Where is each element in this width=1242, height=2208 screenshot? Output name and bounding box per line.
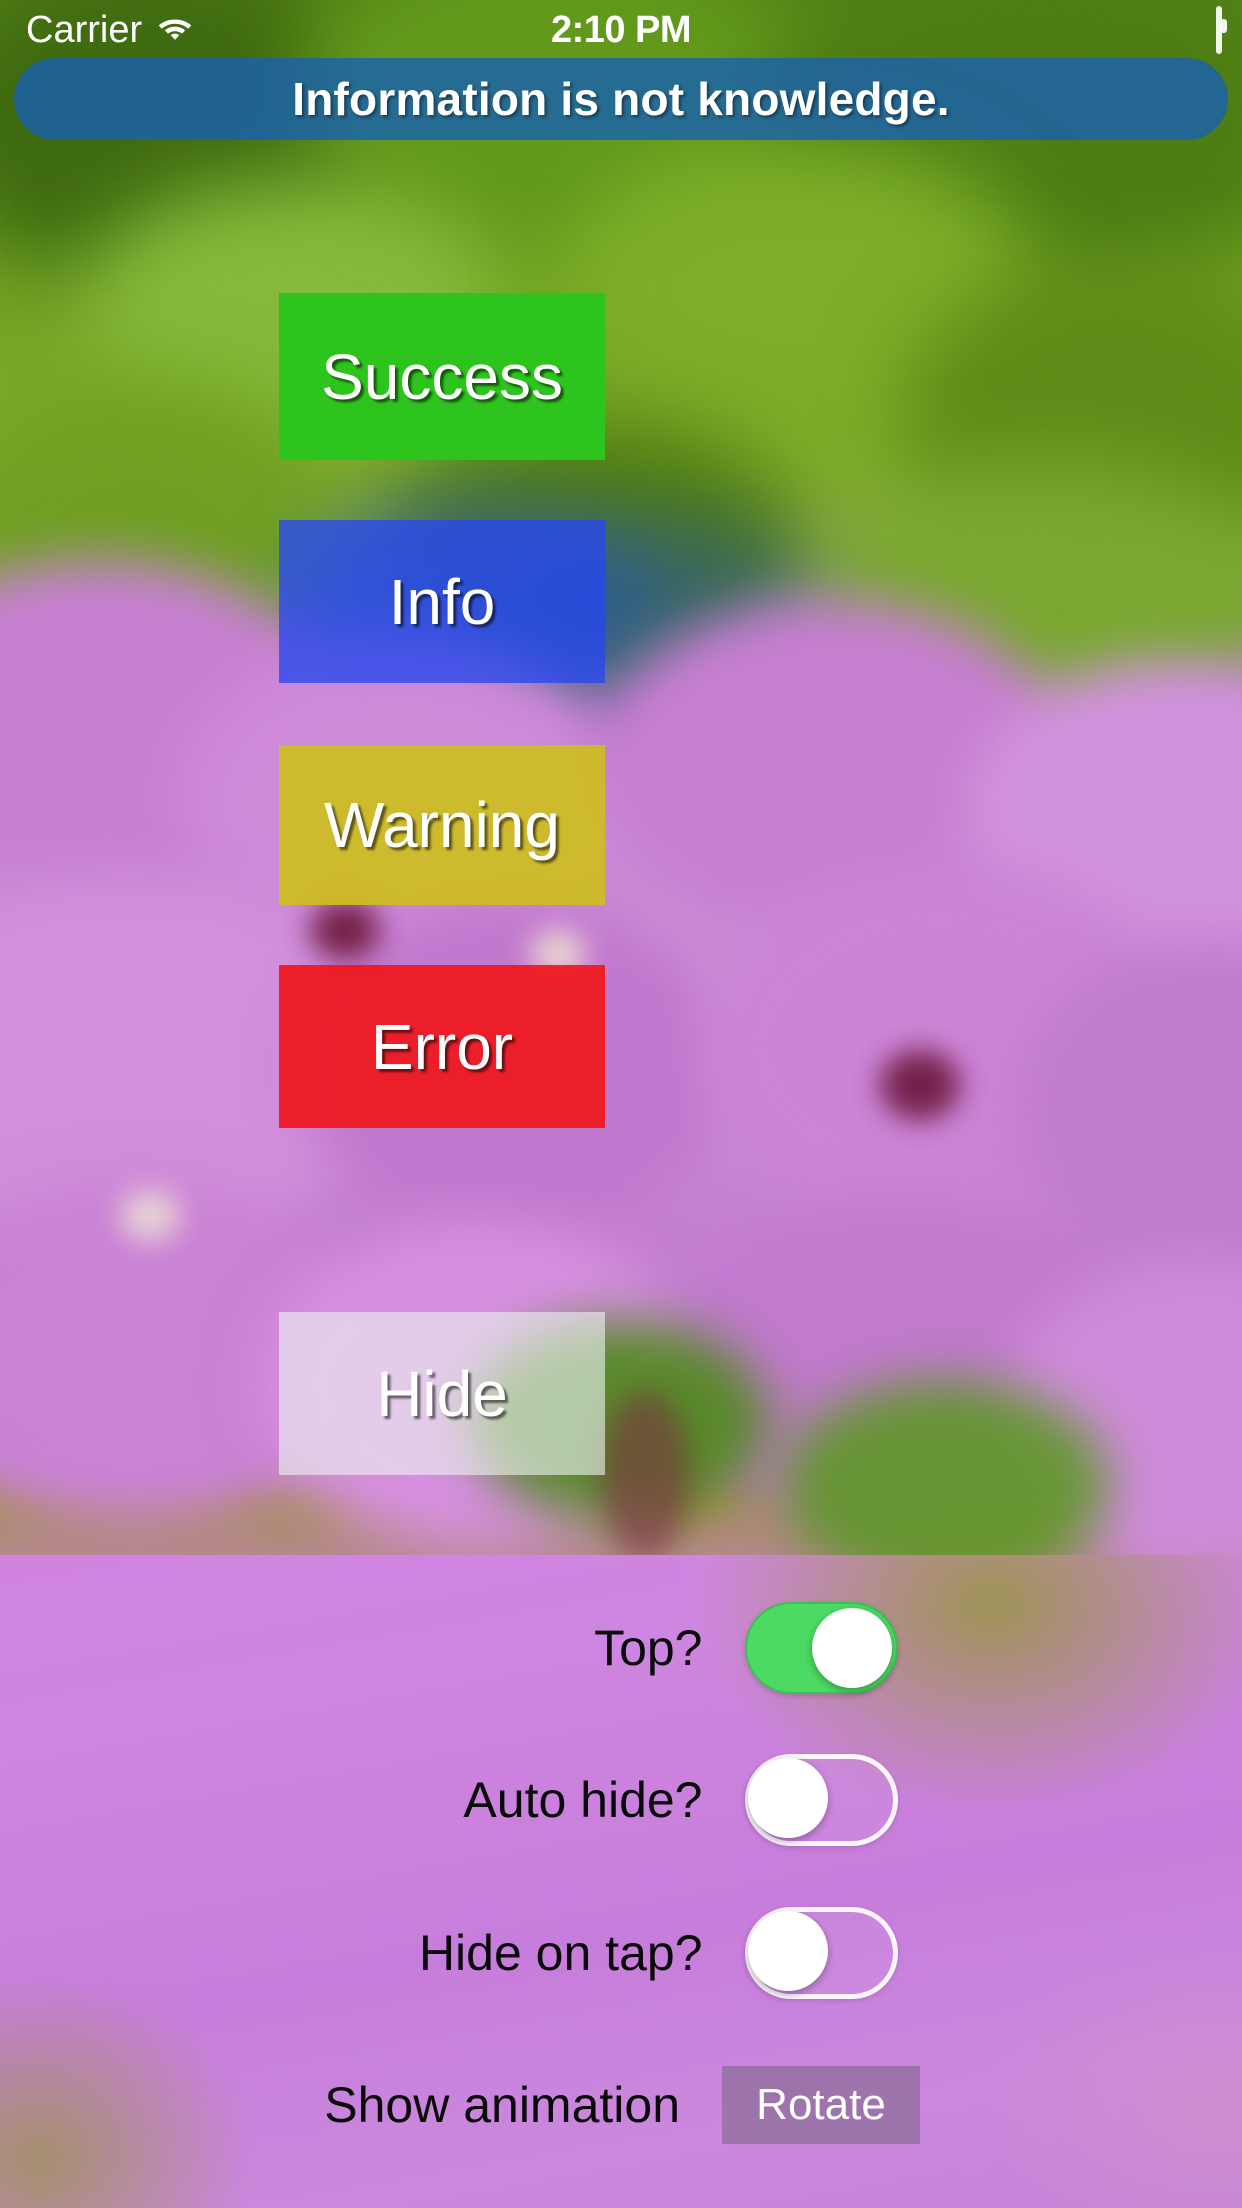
setting-label-hide-on-tap: Hide on tap? bbox=[418, 1925, 703, 1981]
hide-button[interactable]: Hide bbox=[279, 1312, 605, 1475]
auto-hide-switch-knob bbox=[747, 1758, 828, 1838]
setting-label-auto-hide: Auto hide? bbox=[463, 1772, 703, 1828]
setting-label-show-animation: Show animation bbox=[324, 2077, 680, 2133]
flower-center-blob bbox=[120, 1190, 180, 1242]
battery-icon bbox=[1216, 5, 1227, 54]
animation-style-button[interactable]: Rotate bbox=[722, 2066, 920, 2144]
clock-label: 2:10 PM bbox=[550, 8, 692, 51]
setting-label-top: Top? bbox=[594, 1620, 703, 1676]
show-error-button[interactable]: Error bbox=[279, 965, 605, 1128]
show-success-button-label: Success bbox=[321, 340, 563, 413]
top-switch-knob bbox=[811, 1608, 892, 1688]
setting-row-top: Top? bbox=[0, 1593, 1242, 1703]
flower-center-blob bbox=[880, 1050, 960, 1120]
show-info-button[interactable]: Info bbox=[279, 520, 605, 683]
show-warning-button-label: Warning bbox=[324, 789, 560, 861]
toast-notification[interactable]: Information is not knowledge. bbox=[14, 58, 1228, 140]
show-error-button-label: Error bbox=[370, 1010, 514, 1083]
show-warning-button[interactable]: Warning bbox=[279, 745, 605, 905]
status-bar-right bbox=[1216, 0, 1227, 60]
hide-on-tap-switch[interactable] bbox=[744, 1907, 898, 1999]
status-bar-center: 2:10 PM bbox=[0, 0, 1242, 60]
stem-blob bbox=[600, 1390, 690, 1560]
animation-style-button-label: Rotate bbox=[756, 2080, 886, 2129]
toast-message: Information is not knowledge. bbox=[292, 73, 950, 125]
top-switch[interactable] bbox=[744, 1602, 898, 1694]
show-success-button[interactable]: Success bbox=[279, 293, 605, 460]
hide-on-tap-switch-knob bbox=[747, 1911, 828, 1991]
flower-center-blob bbox=[310, 900, 380, 960]
hide-button-label: Hide bbox=[376, 1357, 508, 1430]
setting-row-hide-on-tap: Hide on tap? bbox=[0, 1898, 1242, 2008]
show-info-button-label: Info bbox=[388, 565, 496, 638]
status-bar: Carrier 2:10 PM bbox=[0, 0, 1242, 60]
auto-hide-switch[interactable] bbox=[744, 1754, 898, 1846]
setting-row-show-animation: Show animation Rotate bbox=[0, 2050, 1242, 2160]
settings-panel: Top? Auto hide? Hide on tap? Show animat… bbox=[0, 1555, 1242, 2208]
setting-row-auto-hide: Auto hide? bbox=[0, 1745, 1242, 1855]
